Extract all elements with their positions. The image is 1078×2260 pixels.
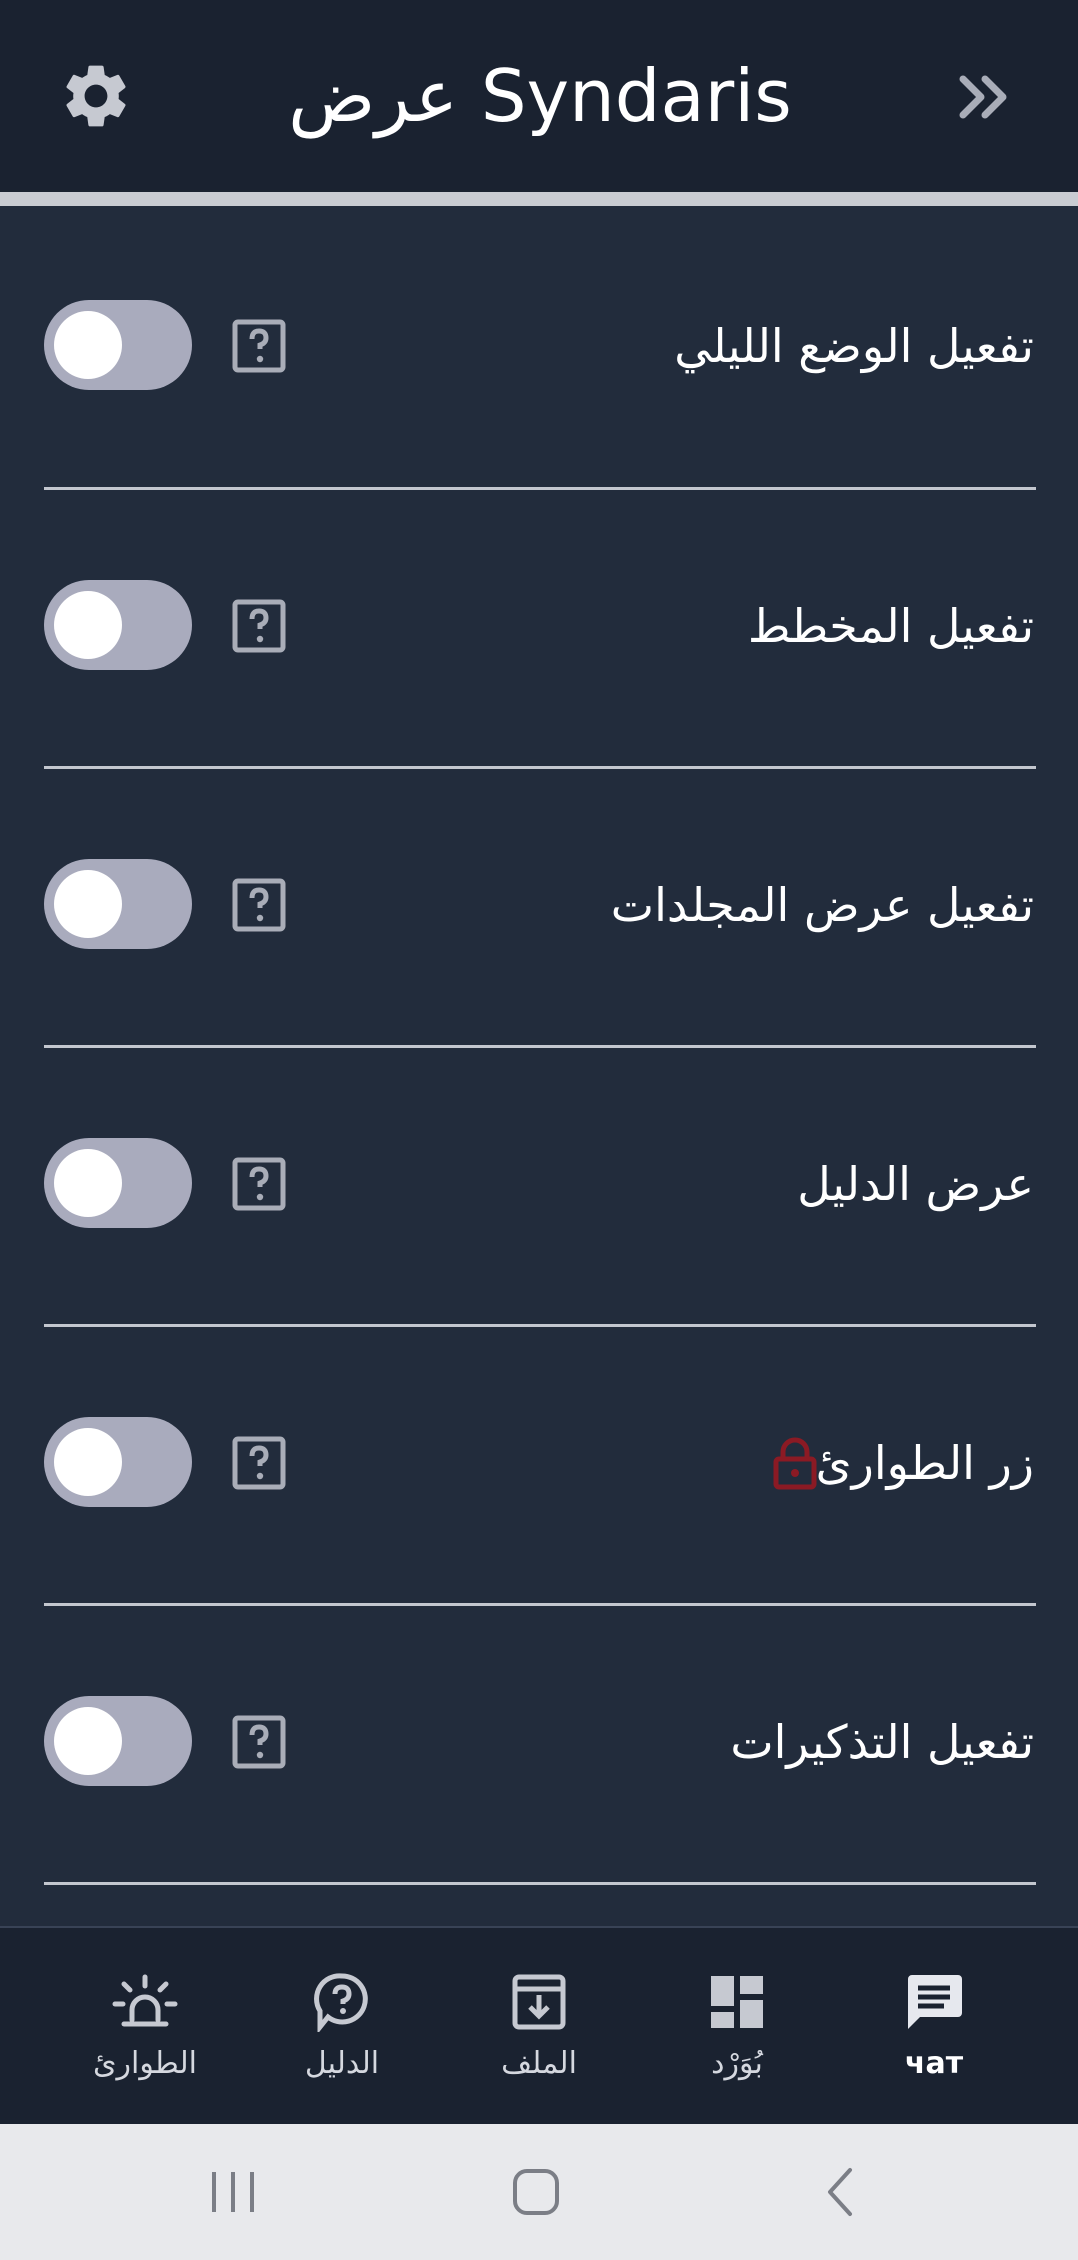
help-icon[interactable] (232, 206, 286, 485)
emergency-button-toggle[interactable] (44, 1417, 192, 1507)
app-root: عرض Syndaris تفعيل الوضع الليلي تفعيل ال… (0, 0, 1078, 2260)
help-icon[interactable] (232, 1323, 286, 1602)
setting-label: عرض الدليل (797, 1156, 1034, 1211)
nav-board[interactable]: بُوَرْد (647, 1928, 827, 2126)
help-icon[interactable] (232, 1044, 286, 1323)
settings-list: تفعيل الوضع الليلي تفعيل المخطط تفعيل عر… (0, 206, 1078, 1926)
page-title: عرض Syndaris (288, 54, 792, 138)
setting-label: تفعيل عرض المجلدات (610, 877, 1034, 932)
night-mode-toggle[interactable] (44, 300, 192, 390)
double-chevron-right-icon[interactable] (950, 62, 1020, 132)
gear-icon[interactable] (58, 58, 134, 134)
help-bubble-icon (314, 1970, 370, 2034)
toggle-knob (54, 1707, 122, 1775)
toggle-knob (54, 1149, 122, 1217)
nav-emergency[interactable]: الطوارئ (55, 1928, 235, 2126)
guide-toggle[interactable] (44, 1138, 192, 1228)
setting-row-guide: عرض الدليل (0, 1044, 1078, 1323)
nav-label: بُوَرْد (711, 2046, 763, 2081)
archive-download-icon (511, 1970, 567, 2034)
recent-apps-icon[interactable] (173, 2124, 293, 2260)
home-icon[interactable] (476, 2124, 596, 2260)
setting-row-folders-view: تفعيل عرض المجلدات (0, 765, 1078, 1044)
setting-row-night-mode: تفعيل الوضع الليلي (0, 206, 1078, 485)
help-icon[interactable] (232, 765, 286, 1044)
toggle-knob (54, 311, 122, 379)
help-icon[interactable] (232, 1602, 286, 1881)
back-icon[interactable] (780, 2124, 900, 2260)
app-header: عرض Syndaris (0, 0, 1078, 192)
nav-label: الدليل (304, 2046, 380, 2081)
nav-guide[interactable]: الدليل (252, 1928, 432, 2126)
row-divider (44, 1882, 1036, 1885)
nav-label: الطوارئ (93, 2046, 197, 2081)
setting-row-emergency-button: زر الطوارئ (0, 1323, 1078, 1602)
dashboard-icon (709, 1970, 765, 2034)
nav-file[interactable]: الملف (449, 1928, 629, 2126)
chat-icon (904, 1970, 964, 2034)
setting-label: تفعيل التذكيرات (730, 1714, 1034, 1769)
toggle-knob (54, 591, 122, 659)
nav-label: чат (904, 2046, 964, 2081)
toggle-knob (54, 870, 122, 938)
alarm-siren-icon (112, 1970, 178, 2034)
setting-label: زر الطوارئ (815, 1435, 1034, 1490)
setting-row-reminders: تفعيل التذكيرات (0, 1602, 1078, 1881)
system-nav-bar (0, 2124, 1078, 2260)
planner-toggle[interactable] (44, 580, 192, 670)
setting-label: تفعيل الوضع الليلي (674, 318, 1034, 373)
nav-chat[interactable]: чат (844, 1928, 1024, 2126)
header-divider (0, 192, 1078, 206)
folders-view-toggle[interactable] (44, 859, 192, 949)
toggle-knob (54, 1428, 122, 1496)
help-icon[interactable] (232, 486, 286, 765)
setting-row-planner: تفعيل المخطط (0, 486, 1078, 765)
reminders-toggle[interactable] (44, 1696, 192, 1786)
setting-label: تفعيل المخطط (747, 598, 1034, 653)
nav-label: الملف (501, 2046, 577, 2081)
lock-icon (772, 1323, 818, 1602)
bottom-nav: الطوارئ الدليل الملف بُوَرْد чат (0, 1926, 1078, 2124)
